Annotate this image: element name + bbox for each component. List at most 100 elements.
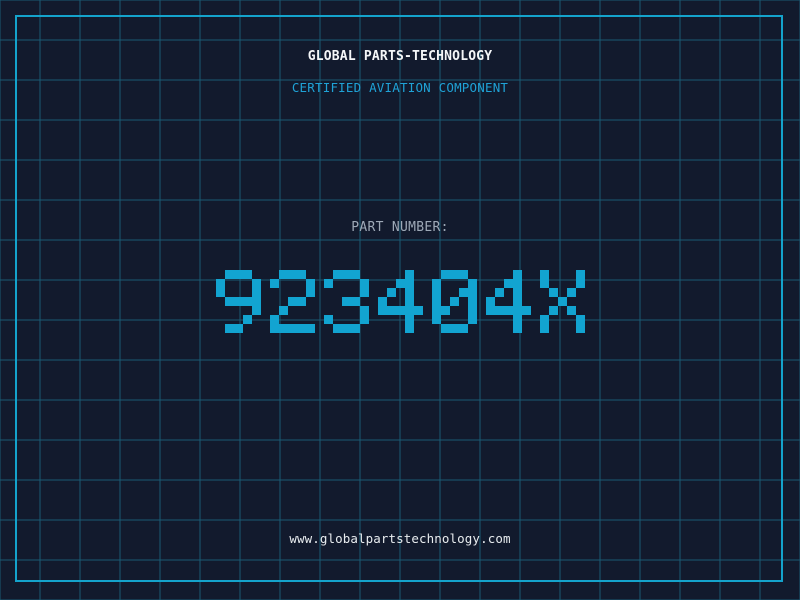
pixel-block bbox=[468, 315, 477, 324]
pixel-block bbox=[234, 297, 243, 306]
pixel-block bbox=[216, 279, 225, 288]
pixel-block bbox=[387, 306, 396, 315]
pixel-block bbox=[252, 297, 261, 306]
pixel-block bbox=[432, 315, 441, 324]
part-number-char bbox=[324, 270, 369, 333]
pixel-block bbox=[441, 270, 450, 279]
part-number-pixels bbox=[216, 270, 585, 333]
pixel-block bbox=[288, 324, 297, 333]
pixel-block bbox=[450, 324, 459, 333]
pixel-block bbox=[306, 288, 315, 297]
pixel-block bbox=[513, 270, 522, 279]
pixel-block bbox=[360, 315, 369, 324]
label-canvas: GLOBAL PARTS-TECHNOLOGY CERTIFIED AVIATI… bbox=[0, 0, 800, 600]
pixel-block bbox=[225, 297, 234, 306]
pixel-block bbox=[333, 324, 342, 333]
pixel-block bbox=[576, 279, 585, 288]
certification-subtitle: CERTIFIED AVIATION COMPONENT bbox=[291, 80, 509, 95]
pixel-block bbox=[540, 324, 549, 333]
pixel-block bbox=[540, 315, 549, 324]
pixel-block bbox=[405, 270, 414, 279]
pixel-block bbox=[576, 315, 585, 324]
pixel-block bbox=[432, 297, 441, 306]
pixel-block bbox=[396, 279, 405, 288]
part-number-char bbox=[540, 270, 585, 333]
pixel-block bbox=[513, 306, 522, 315]
pixel-block bbox=[351, 297, 360, 306]
pixel-block bbox=[405, 288, 414, 297]
pixel-block bbox=[216, 288, 225, 297]
pixel-block bbox=[360, 288, 369, 297]
pixel-block bbox=[468, 279, 477, 288]
pixel-block bbox=[567, 288, 576, 297]
pixel-block bbox=[342, 270, 351, 279]
pixel-block bbox=[306, 324, 315, 333]
pixel-block bbox=[288, 270, 297, 279]
pixel-block bbox=[513, 279, 522, 288]
pixel-block bbox=[234, 324, 243, 333]
pixel-block bbox=[513, 288, 522, 297]
pixel-block bbox=[252, 279, 261, 288]
pixel-block bbox=[378, 297, 387, 306]
pixel-block bbox=[279, 324, 288, 333]
pixel-block bbox=[549, 288, 558, 297]
part-number-char bbox=[270, 270, 315, 333]
pixel-block bbox=[540, 270, 549, 279]
part-number-char bbox=[216, 270, 261, 333]
pixel-block bbox=[558, 297, 567, 306]
pixel-block bbox=[513, 324, 522, 333]
pixel-block bbox=[225, 324, 234, 333]
pixel-block bbox=[459, 288, 468, 297]
pixel-block bbox=[405, 324, 414, 333]
pixel-block bbox=[468, 288, 477, 297]
pixel-block bbox=[414, 306, 423, 315]
pixel-block bbox=[306, 279, 315, 288]
pixel-block bbox=[576, 270, 585, 279]
pixel-block bbox=[432, 288, 441, 297]
part-number-display bbox=[216, 270, 585, 333]
pixel-block bbox=[297, 324, 306, 333]
pixel-block bbox=[288, 297, 297, 306]
pixel-block bbox=[486, 297, 495, 306]
pixel-block bbox=[360, 279, 369, 288]
pixel-block bbox=[405, 297, 414, 306]
pixel-block bbox=[576, 324, 585, 333]
pixel-block bbox=[459, 270, 468, 279]
pixel-block bbox=[504, 279, 513, 288]
pixel-block bbox=[243, 297, 252, 306]
pixel-block bbox=[513, 315, 522, 324]
pixel-block bbox=[360, 306, 369, 315]
pixel-block bbox=[486, 306, 495, 315]
part-number-char bbox=[378, 270, 423, 333]
pixel-block bbox=[351, 270, 360, 279]
pixel-block bbox=[450, 270, 459, 279]
pixel-block bbox=[495, 306, 504, 315]
pixel-block bbox=[225, 270, 234, 279]
pixel-block bbox=[513, 297, 522, 306]
pixel-block bbox=[540, 279, 549, 288]
pixel-block bbox=[324, 315, 333, 324]
pixel-block bbox=[252, 288, 261, 297]
pixel-block bbox=[405, 315, 414, 324]
pixel-block bbox=[270, 315, 279, 324]
part-number-char bbox=[486, 270, 531, 333]
pixel-block bbox=[405, 306, 414, 315]
part-number-char bbox=[432, 270, 477, 333]
pixel-block bbox=[522, 306, 531, 315]
company-name: GLOBAL PARTS-TECHNOLOGY bbox=[307, 49, 493, 64]
pixel-block bbox=[243, 270, 252, 279]
pixel-block bbox=[549, 306, 558, 315]
pixel-block bbox=[270, 324, 279, 333]
pixel-block bbox=[243, 315, 252, 324]
pixel-block bbox=[387, 288, 396, 297]
pixel-block bbox=[279, 306, 288, 315]
pixel-block bbox=[396, 306, 405, 315]
pixel-block bbox=[495, 288, 504, 297]
pixel-block bbox=[297, 270, 306, 279]
pixel-block bbox=[504, 306, 513, 315]
pixel-block bbox=[378, 306, 387, 315]
pixel-block bbox=[468, 306, 477, 315]
pixel-block bbox=[333, 270, 342, 279]
pixel-block bbox=[342, 297, 351, 306]
pixel-block bbox=[432, 306, 441, 315]
